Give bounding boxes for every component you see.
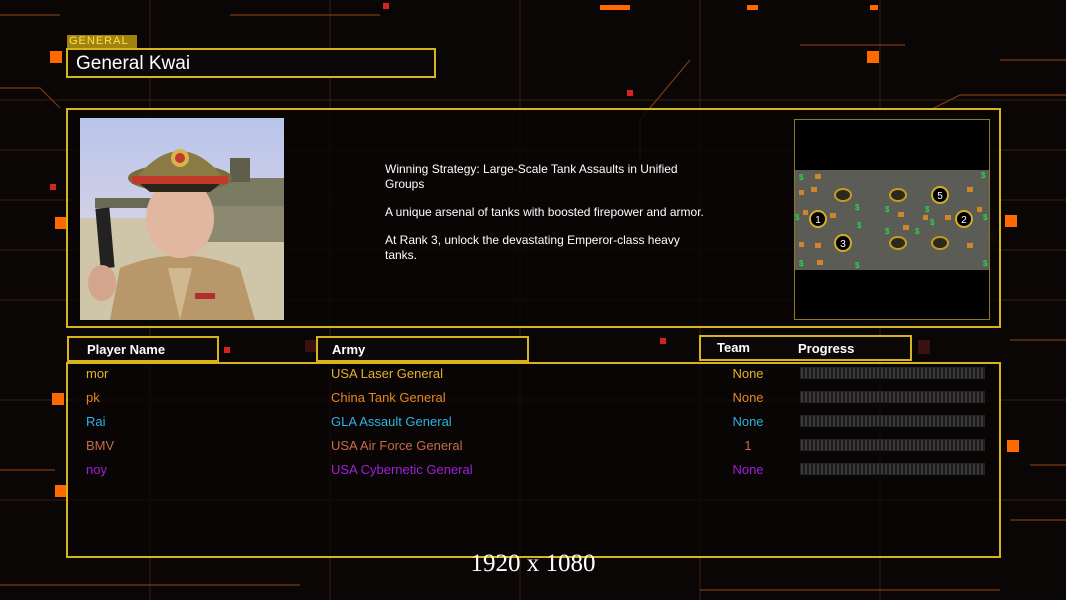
- player-progress-bar: [800, 415, 985, 427]
- player-team[interactable]: None: [700, 414, 796, 429]
- player-name: mor: [86, 366, 109, 381]
- player-row[interactable]: mor USA Laser General None: [0, 362, 1066, 386]
- map-preview: 1 2 3 5 $ $ $ $ $ $ $ $ $ $ $ $ $ $: [795, 170, 989, 270]
- svg-text:$: $: [855, 261, 860, 270]
- strategy-text: Winning Strategy: Large-Scale Tank Assau…: [385, 162, 678, 191]
- player-name: BMV: [86, 438, 115, 453]
- team-progress-header: Team Progress: [699, 335, 912, 361]
- svg-text:$: $: [799, 259, 804, 268]
- svg-text:$: $: [930, 218, 935, 227]
- rank-unlock-text: At Rank 3, unlock the devastating Empero…: [385, 233, 680, 262]
- team-header-label: Team: [717, 340, 750, 355]
- player-army[interactable]: USA Cybernetic General: [331, 462, 473, 477]
- resolution-label: 1920 x 1080: [470, 550, 596, 577]
- svg-text:$: $: [925, 205, 930, 214]
- svg-text:$: $: [885, 227, 890, 236]
- player-progress-bar: [800, 367, 985, 379]
- svg-text:$: $: [795, 213, 800, 222]
- player-progress-bar: [800, 463, 985, 475]
- svg-text:$: $: [857, 221, 862, 230]
- player-team[interactable]: 1: [700, 438, 796, 453]
- arsenal-text: A unique arsenal of tanks with boosted f…: [385, 205, 704, 219]
- svg-text:$: $: [981, 171, 986, 180]
- player-row[interactable]: noy USA Cybernetic General None: [0, 458, 1066, 482]
- player-name-header-label: Player Name: [87, 342, 166, 357]
- player-name-header: Player Name: [67, 336, 219, 362]
- general-name: General Kwai: [76, 53, 191, 74]
- player-progress-bar: [800, 391, 985, 403]
- player-army[interactable]: USA Laser General: [331, 366, 443, 381]
- player-army[interactable]: GLA Assault General: [331, 414, 452, 429]
- player-army[interactable]: China Tank General: [331, 390, 446, 405]
- start-label-5: 5: [937, 191, 943, 202]
- general-portrait: [80, 118, 284, 320]
- svg-text:$: $: [799, 173, 804, 182]
- start-label-2: 2: [961, 215, 967, 226]
- svg-text:$: $: [983, 259, 988, 268]
- svg-text:$: $: [885, 205, 890, 214]
- player-army[interactable]: USA Air Force General: [331, 438, 463, 453]
- player-row[interactable]: pk China Tank General None: [0, 386, 1066, 410]
- general-description: Winning Strategy: Large-Scale Tank Assau…: [385, 162, 705, 276]
- army-header: Army: [316, 336, 529, 362]
- start-label-1: 1: [815, 215, 821, 226]
- player-progress-bar: [800, 439, 985, 451]
- svg-text:$: $: [915, 227, 920, 236]
- player-name: Rai: [86, 414, 106, 429]
- player-name: pk: [86, 390, 100, 405]
- player-team[interactable]: None: [700, 462, 796, 477]
- start-label-3: 3: [840, 239, 846, 250]
- general-title-box: General Kwai: [66, 48, 436, 78]
- army-header-label: Army: [332, 342, 366, 357]
- player-team[interactable]: None: [700, 390, 796, 405]
- svg-text:$: $: [855, 203, 860, 212]
- player-row[interactable]: BMV USA Air Force General 1: [0, 434, 1066, 458]
- player-row[interactable]: Rai GLA Assault General None: [0, 410, 1066, 434]
- progress-header-label: Progress: [798, 341, 855, 356]
- svg-text:$: $: [983, 213, 988, 222]
- general-tag: GENERAL: [67, 35, 137, 48]
- player-team[interactable]: None: [700, 366, 796, 381]
- player-name: noy: [86, 462, 107, 477]
